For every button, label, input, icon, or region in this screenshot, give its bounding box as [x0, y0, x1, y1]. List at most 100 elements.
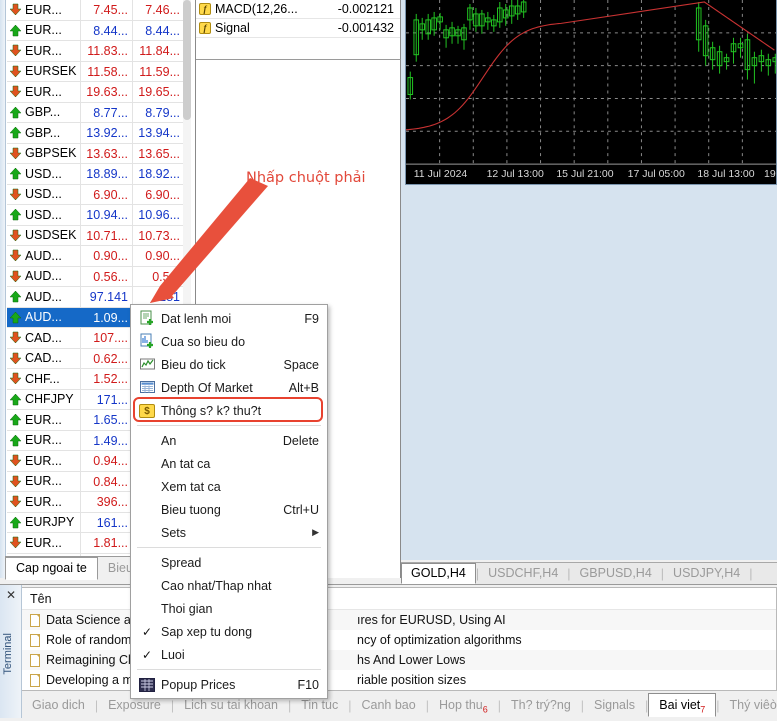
terminal-tab[interactable]: Th? trý?ng	[501, 694, 581, 717]
context-menu-item[interactable]: Thoi gian	[131, 597, 327, 620]
terminal-tab[interactable]: Thý viêòn	[720, 694, 777, 717]
document-icon	[30, 633, 40, 647]
document-icon	[30, 653, 40, 667]
symbol-cell[interactable]: GBPSEK	[7, 143, 81, 163]
terminal-tab[interactable]: Canh bao	[352, 694, 426, 717]
arrow-down-icon	[9, 495, 22, 508]
symbol-cell[interactable]: AUD...	[7, 266, 81, 286]
data-window-row[interactable]: f Signal -0.001432	[196, 19, 400, 38]
terminal-tab-label: Hop thu	[438, 698, 483, 712]
symbol-cell[interactable]: EURJPY	[7, 512, 81, 532]
menu-item-icon	[133, 310, 161, 327]
symbol-cell[interactable]: EUR...	[7, 0, 81, 20]
chart-region: 11 Jul 2024 12 Jul 13:00 15 Jul 21:00 17 Ju…	[401, 0, 777, 560]
arrow-down-icon	[9, 454, 22, 467]
terminal-tab[interactable]: Bai viet7	[648, 693, 717, 717]
market-watch-row[interactable]: EUR... 7.45... 7.46...	[7, 0, 185, 21]
market-watch-row[interactable]: EUR... 19.63... 19.65...	[7, 82, 185, 103]
symbol-cell[interactable]: EUR...	[7, 533, 81, 553]
symbol-cell[interactable]: EUR...	[7, 492, 81, 512]
market-watch-row[interactable]: GBP... 8.77... 8.79...	[7, 102, 185, 123]
symbol-cell[interactable]: EUR...	[7, 471, 81, 491]
context-menu-item[interactable]: Spread	[131, 551, 327, 574]
market-watch-tab-0[interactable]: Cap ngoai te	[5, 557, 98, 580]
symbol-label: EUR...	[25, 23, 62, 38]
symbol-cell[interactable]: CAD...	[7, 328, 81, 348]
menu-item-icon: $	[133, 403, 161, 418]
context-menu-item[interactable]: An tat ca	[131, 452, 327, 475]
market-watch-context-menu[interactable]: Dat lenh moi F9 Cua so bieu do Bieu do tick…	[130, 304, 328, 699]
symbol-cell[interactable]: CHF...	[7, 369, 81, 389]
menu-item-label: Thông s? k? thu?t	[161, 403, 262, 418]
context-menu-item[interactable]: $ Thông s? k? thu?t	[131, 399, 327, 422]
menu-item-label: Bieu tuong	[161, 502, 221, 517]
symbol-cell[interactable]: USDSEK	[7, 225, 81, 245]
chart-tab-bar[interactable]: GOLD,H4 | USDCHF,H4 | GBPUSD,H4 | USDJPY,H4 |	[401, 562, 777, 584]
terminal-tab[interactable]: Signals	[584, 694, 645, 717]
symbol-label: CAD...	[25, 351, 62, 366]
symbol-cell[interactable]: EUR...	[7, 41, 81, 61]
chart-tab-gold[interactable]: GOLD,H4	[401, 563, 476, 584]
indicator-value: -0.002121	[337, 2, 394, 16]
article-title-right: ncy of optimization algorithms	[357, 633, 522, 647]
symbol-cell[interactable]: AUD...	[7, 307, 81, 327]
terminal-tab[interactable]: Giao dich	[22, 694, 95, 717]
symbol-cell[interactable]: GBP...	[7, 123, 81, 143]
symbol-cell[interactable]: AUD...	[7, 287, 81, 307]
context-menu-item[interactable]: Popup Prices F10	[131, 673, 327, 696]
terminal-tab[interactable]: Hop thu6	[429, 694, 498, 717]
context-menu-item[interactable]: Bieu do tick Space	[131, 353, 327, 376]
data-window-panel[interactable]: f MACD(12,26... -0.002121 f Signal -0.001432	[196, 0, 401, 60]
chart-tab-usdjpy[interactable]: USDJPY,H4	[664, 564, 749, 584]
market-watch-row[interactable]: EUR... 8.44... 8.44...	[7, 20, 185, 41]
context-menu-item[interactable]: Bieu tuong Ctrl+U	[131, 498, 327, 521]
market-watch-row[interactable]: GBP... 13.92... 13.94...	[7, 123, 185, 144]
menu-item-accelerator: F10	[297, 677, 319, 692]
data-window-row[interactable]: f MACD(12,26... -0.002121	[196, 0, 400, 19]
symbol-cell[interactable]: EUR...	[7, 451, 81, 471]
arrow-down-icon	[9, 85, 22, 98]
context-menu-item[interactable]: Depth Of Market Alt+B	[131, 376, 327, 399]
indicator-name-cell: f Signal	[196, 21, 324, 35]
symbol-cell[interactable]: AUD...	[7, 246, 81, 266]
symbol-cell[interactable]: USD...	[7, 205, 81, 225]
symbol-cell[interactable]: EUR...	[7, 430, 81, 450]
market-watch-scroll-thumb[interactable]	[183, 0, 191, 120]
context-menu-item[interactable]: ✓ Sap xep tu dong	[131, 620, 327, 643]
ask-cell: 19.65...	[133, 82, 185, 102]
symbol-label: USD...	[25, 207, 62, 222]
context-menu-item[interactable]: Dat lenh moi F9	[131, 307, 327, 330]
symbol-cell[interactable]: EUR...	[7, 20, 81, 40]
context-menu-item[interactable]: ✓ Luoi	[131, 643, 327, 666]
context-menu-item[interactable]: Cao nhat/Thap nhat	[131, 574, 327, 597]
menu-separator	[137, 669, 321, 670]
context-menu-item[interactable]: Sets ▶	[131, 521, 327, 544]
symbol-label: EUR...	[25, 535, 62, 550]
symbol-cell[interactable]: GBP...	[7, 102, 81, 122]
context-menu-item[interactable]: Cua so bieu do	[131, 330, 327, 353]
checkmark-icon: ✓	[141, 647, 153, 662]
bid-cell: 0.90...	[81, 246, 133, 266]
close-icon[interactable]: ✕	[6, 588, 16, 602]
terminal-tab-label: Tin tuc	[301, 698, 339, 712]
chart-tab-gbpusd[interactable]: GBPUSD,H4	[571, 564, 661, 584]
terminal-panel[interactable]: ✕ Terminal Tên Data Science an ıres for E…	[0, 584, 777, 718]
symbol-cell[interactable]: CAD...	[7, 348, 81, 368]
symbol-cell[interactable]: USD...	[7, 184, 81, 204]
symbol-cell[interactable]: USD...	[7, 164, 81, 184]
context-menu-item[interactable]: Xem tat ca	[131, 475, 327, 498]
chart-gold-h4[interactable]: 11 Jul 2024 12 Jul 13:00 15 Jul 21:00 17 Ju…	[405, 0, 777, 185]
symbol-label: AUD...	[25, 289, 62, 304]
market-watch-row[interactable]: GBPSEK 13.63... 13.65...	[7, 143, 185, 164]
symbol-cell[interactable]: EURSEK	[7, 61, 81, 81]
context-menu-item[interactable]: An Delete	[131, 429, 327, 452]
symbol-cell[interactable]: EUR...	[7, 82, 81, 102]
article-title-right: ıres for EURUSD, Using AI	[357, 613, 506, 627]
chart-tab-usdchf[interactable]: USDCHF,H4	[479, 564, 567, 584]
market-watch-row[interactable]: EURSEK 11.58... 11.59...	[7, 61, 185, 82]
symbol-label: EUR...	[25, 453, 62, 468]
symbol-cell[interactable]: CHFJPY	[7, 389, 81, 409]
market-watch-row[interactable]: EUR... 11.83... 11.84...	[7, 41, 185, 62]
symbol-cell[interactable]: EUR...	[7, 410, 81, 430]
terminal-tab-label: Bai viet	[659, 698, 701, 712]
